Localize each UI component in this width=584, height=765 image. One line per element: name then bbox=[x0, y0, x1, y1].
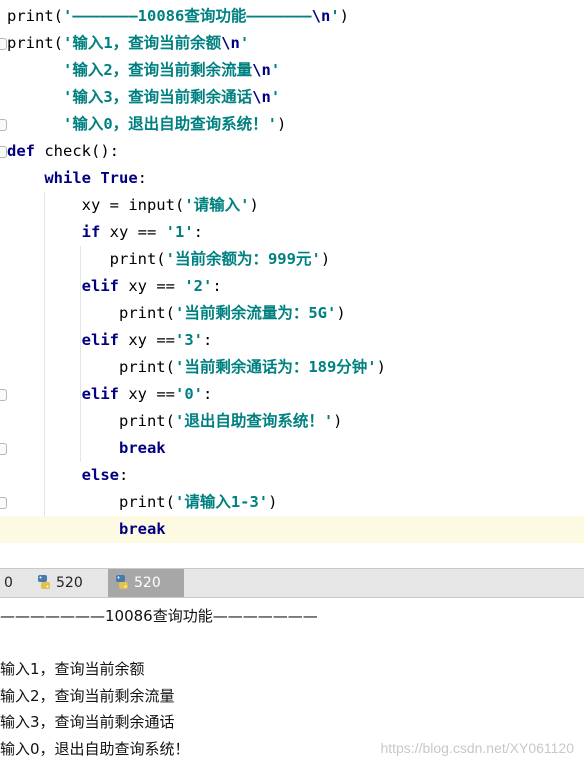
code-token: \n bbox=[252, 88, 271, 106]
code-token: ) bbox=[336, 304, 346, 322]
python-icon bbox=[116, 575, 128, 589]
console-line: 输入1，查询当前余额 bbox=[0, 660, 145, 678]
run-tab-label: 520 bbox=[56, 575, 83, 591]
code-token: break bbox=[7, 439, 166, 457]
code-token: ' bbox=[270, 88, 281, 106]
console-line: 输入3，查询当前剩余通话 bbox=[0, 713, 175, 731]
code-token: : bbox=[137, 169, 147, 187]
code-line[interactable]: print('当前剩余通话为：189分钟') bbox=[0, 354, 386, 381]
run-tab-label-active: 520 bbox=[134, 575, 161, 591]
console-line: 输入2，查询当前剩余流量 bbox=[0, 686, 175, 705]
code-token: : bbox=[118, 466, 129, 484]
code-token: xy == bbox=[128, 277, 185, 295]
code-token: elif bbox=[7, 385, 129, 403]
code-token: '请输入1-3' bbox=[174, 493, 269, 511]
code-line[interactable]: print('当前余额为：999元') bbox=[0, 246, 331, 273]
code-token: '退出自助查询系统！' bbox=[174, 412, 334, 430]
code-token: print( bbox=[7, 304, 175, 322]
code-token: ' bbox=[330, 7, 340, 25]
code-token: ) bbox=[249, 196, 259, 214]
console-line: 输入0，退出自助查询系统！ bbox=[0, 739, 190, 758]
code-token: print( bbox=[7, 358, 175, 376]
code-token: ) bbox=[268, 493, 278, 511]
code-token: : bbox=[203, 385, 213, 403]
code-line-current[interactable]: break bbox=[0, 516, 584, 543]
code-line[interactable]: while True: bbox=[0, 165, 147, 192]
code-line[interactable]: if xy == '1': bbox=[0, 219, 203, 246]
code-token: '3' bbox=[175, 331, 203, 349]
code-line[interactable]: break bbox=[0, 435, 166, 462]
code-editor[interactable]: print('———————10086查询功能———————\n') print(… bbox=[0, 0, 584, 568]
code-token: '1' bbox=[165, 223, 194, 241]
code-token: xy == bbox=[128, 385, 175, 403]
code-token: '———————10086查询功能——————— bbox=[63, 7, 312, 25]
code-token: ) bbox=[277, 115, 287, 133]
code-token: ) bbox=[333, 412, 343, 430]
code-token: print( bbox=[7, 7, 63, 25]
code-token: '输入3，查询当前剩余通话 bbox=[7, 88, 253, 106]
code-token: '当前剩余流量为：5G' bbox=[174, 304, 337, 322]
code-line[interactable]: '输入2，查询当前剩余流量\n' bbox=[0, 57, 280, 84]
code-token: '输入0，退出自助查询系统！' bbox=[7, 115, 277, 133]
code-token: xy == bbox=[128, 331, 175, 349]
code-token: : bbox=[212, 277, 222, 295]
code-token: ) bbox=[339, 7, 349, 25]
code-token: def bbox=[7, 142, 45, 160]
code-token: '输入2，查询当前剩余流量 bbox=[7, 61, 253, 79]
code-token: '当前剩余通话为：189分钟' bbox=[174, 358, 377, 376]
run-tab-520-active[interactable]: 520 bbox=[108, 569, 184, 597]
code-line[interactable]: elif xy =='0': bbox=[0, 381, 213, 408]
run-tab-520[interactable]: 520 bbox=[30, 569, 91, 597]
code-token: ' bbox=[270, 61, 281, 79]
code-line[interactable]: else: bbox=[0, 462, 129, 489]
console-line: ———————10086查询功能——————— bbox=[0, 607, 318, 625]
code-token: '当前余额为：999元' bbox=[165, 250, 321, 268]
code-token: ' bbox=[239, 34, 250, 52]
code-token: xy == bbox=[109, 223, 166, 241]
code-line[interactable]: print('当前剩余流量为：5G') bbox=[0, 300, 346, 327]
code-token: xy = input( bbox=[7, 196, 185, 214]
code-line[interactable]: '输入0，退出自助查询系统！') bbox=[0, 111, 286, 138]
code-line[interactable]: elif xy =='3': bbox=[0, 327, 213, 354]
tab-fragment-label: 0 bbox=[4, 575, 13, 591]
code-token: \n bbox=[252, 61, 271, 79]
code-token: print( bbox=[7, 493, 175, 511]
code-token: print( bbox=[7, 250, 166, 268]
code-line[interactable]: def check(): bbox=[0, 138, 119, 165]
code-token: if bbox=[7, 223, 110, 241]
code-token: ) bbox=[320, 250, 331, 268]
code-token: break bbox=[7, 520, 166, 538]
code-token: '0' bbox=[175, 385, 203, 403]
code-token: elif bbox=[7, 331, 129, 349]
code-token: while True bbox=[7, 169, 138, 187]
code-token: else bbox=[7, 466, 119, 484]
code-token: ) bbox=[376, 358, 386, 376]
code-line[interactable]: xy = input('请输入') bbox=[0, 192, 259, 219]
code-line[interactable]: elif xy == '2': bbox=[0, 273, 222, 300]
code-line[interactable]: print('请输入1-3') bbox=[0, 489, 278, 516]
code-line[interactable]: print('输入1，查询当前余额\n' bbox=[0, 30, 249, 57]
code-token: \n bbox=[311, 7, 331, 25]
run-tab-bar: 0 520 520 bbox=[0, 568, 584, 598]
code-line[interactable]: print('退出自助查询系统！') bbox=[0, 408, 343, 435]
code-token: : bbox=[203, 331, 213, 349]
code-line[interactable]: '输入3，查询当前剩余通话\n' bbox=[0, 84, 280, 111]
code-token: '2' bbox=[184, 277, 213, 295]
code-token: elif bbox=[7, 277, 129, 295]
python-icon bbox=[38, 575, 50, 589]
code-token: : bbox=[193, 223, 203, 241]
code-line[interactable]: print('———————10086查询功能———————\n') bbox=[0, 3, 349, 30]
code-token: \n bbox=[221, 34, 240, 52]
code-token: '输入1，查询当前余额 bbox=[63, 34, 222, 52]
code-token: print( bbox=[7, 34, 63, 52]
code-token: print( bbox=[7, 412, 175, 430]
watermark: https://blog.csdn.net/XY061120 bbox=[380, 740, 574, 756]
code-token: check(): bbox=[44, 142, 119, 160]
tab-fragment[interactable]: 0 bbox=[0, 569, 17, 597]
code-token: '请输入' bbox=[184, 196, 250, 214]
